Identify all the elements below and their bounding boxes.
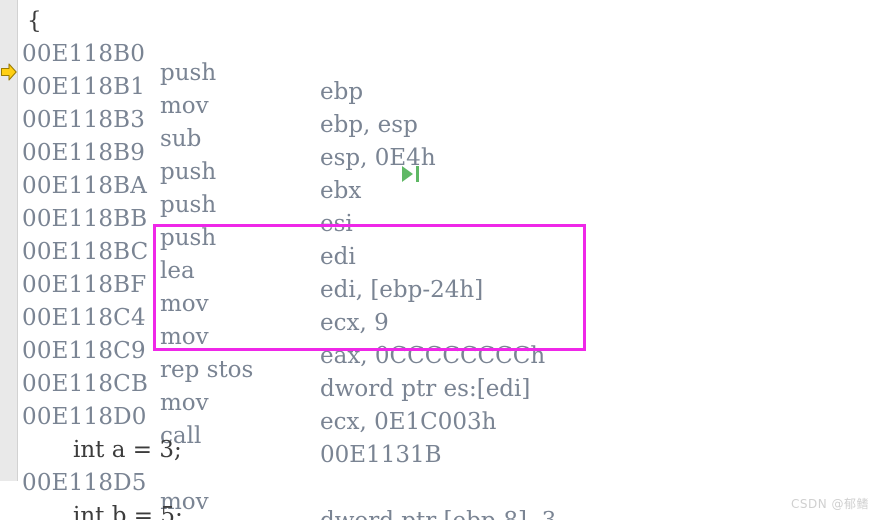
source-line-text: int b = 5;	[73, 503, 183, 520]
disasm-row[interactable]: 00E118C4 mov eax, 0CCCCCCCCh	[0, 283, 879, 369]
disasm-row[interactable]: 00E118C9 rep stos dword ptr es:[edi]	[0, 316, 879, 402]
disasm-row-current[interactable]: 00E118B1 mov ebp, esp	[0, 52, 879, 138]
disassembly-view: { 00E118B0 push ebp 00E118B1 mov ebp, es…	[0, 0, 879, 520]
disasm-row[interactable]: 00E118D0 call 00E1131B	[0, 382, 879, 468]
csdn-watermark: CSDN @郁鳍	[790, 497, 869, 511]
disasm-row[interactable]: 00E118B0 push ebp	[0, 19, 879, 105]
run-to-cursor-icon[interactable]	[400, 165, 422, 183]
disasm-row[interactable]: 00E118BF mov ecx, 9	[0, 250, 879, 336]
disasm-row[interactable]: 00E118B9 push ebx	[0, 118, 879, 204]
source-line[interactable]: int b = 5;	[0, 481, 879, 520]
source-line[interactable]: int a = 3;	[0, 415, 879, 463]
instruction-pointer-arrow-icon[interactable]	[1, 62, 17, 82]
disasm-row[interactable]: 00E118BC lea edi, [ebp-24h]	[0, 217, 879, 303]
code-lines-container: { 00E118B0 push ebp 00E118B1 mov ebp, es…	[0, 0, 879, 520]
disasm-row[interactable]: 00E118B3 sub esp, 0E4h	[0, 85, 879, 171]
source-line-open-brace: {	[0, 0, 879, 34]
disasm-row[interactable]: 00E118D5 mov dword ptr [ebp-8], 3	[0, 448, 879, 520]
disasm-row[interactable]: 00E118BB push edi	[0, 184, 879, 270]
disasm-row[interactable]: 00E118CB mov ecx, 0E1C003h	[0, 349, 879, 435]
disasm-row[interactable]: 00E118BA push esi	[0, 151, 879, 237]
